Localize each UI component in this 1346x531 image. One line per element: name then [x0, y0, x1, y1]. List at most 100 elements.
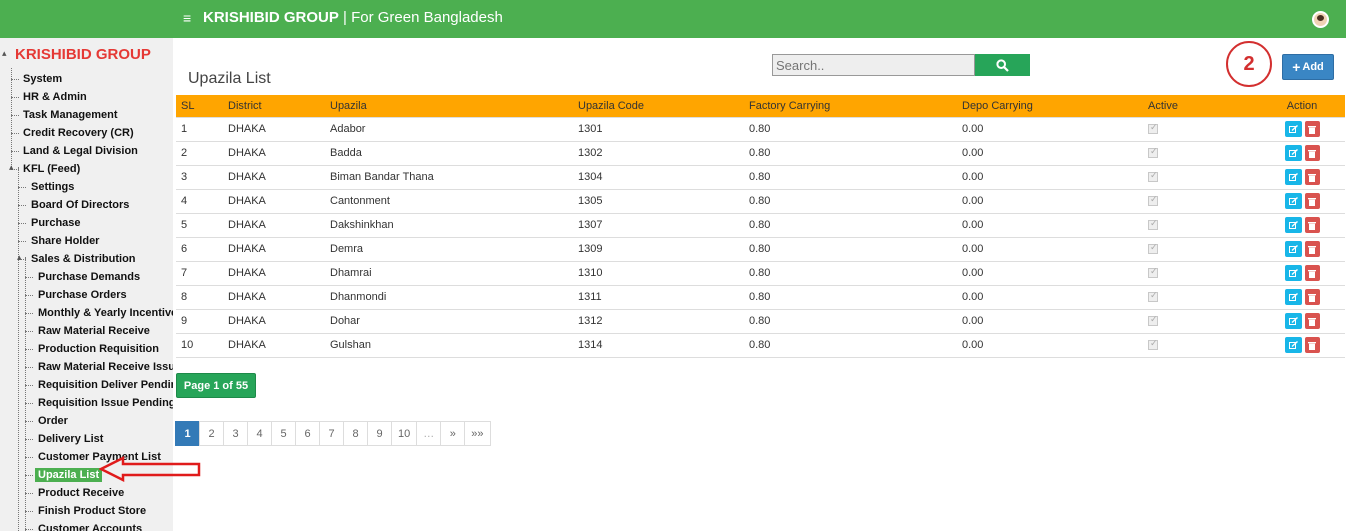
factory-carrying-cell: 0.80	[744, 164, 957, 189]
pagination-item[interactable]: 1	[175, 421, 200, 446]
edit-button[interactable]	[1284, 193, 1302, 209]
active-cell	[1143, 164, 1259, 189]
edit-button[interactable]	[1284, 169, 1302, 185]
page-info-badge: Page 1 of 55	[176, 373, 256, 398]
column-header-action[interactable]: Action	[1259, 95, 1345, 117]
search-input[interactable]	[772, 54, 975, 76]
tree-toggle-icon[interactable]: ▴	[9, 162, 14, 173]
tree-branch-line	[18, 223, 26, 224]
pagination: 1 2 3 4 5 6 7 8 9 10…»»»	[175, 421, 491, 446]
sidebar-item-task-management[interactable]: Task Management	[23, 109, 118, 121]
sl-cell: 1	[176, 116, 223, 141]
delete-button[interactable]	[1304, 289, 1320, 305]
pagination-item[interactable]: »	[440, 421, 466, 446]
district-cell: DHAKA	[223, 284, 325, 309]
edit-button[interactable]	[1284, 289, 1302, 305]
plus-icon: +	[1292, 59, 1301, 75]
column-header-sl[interactable]: SL	[176, 95, 223, 117]
sidebar-root-title[interactable]: KRISHIBID GROUP	[15, 46, 151, 63]
sidebar-item-land-legal-division[interactable]: Land & Legal Division	[23, 145, 138, 157]
delete-button[interactable]	[1304, 169, 1320, 185]
upazila-cell: Adabor	[325, 116, 573, 141]
action-cell	[1259, 308, 1345, 333]
edit-button[interactable]	[1284, 265, 1302, 281]
upazila-cell: Dakshinkhan	[325, 212, 573, 237]
upazila-cell: Badda	[325, 140, 573, 165]
sidebar-item-production-requisition[interactable]: Production Requisition	[38, 343, 159, 355]
factory-carrying-cell: 0.80	[744, 260, 957, 285]
pagination-item[interactable]: 3	[223, 421, 248, 446]
edit-button[interactable]	[1284, 121, 1302, 137]
sidebar-item-hr-admin[interactable]: HR & Admin	[23, 91, 87, 103]
delete-button[interactable]	[1304, 241, 1320, 257]
sidebar-item-purchase-demands[interactable]: Purchase Demands	[38, 271, 140, 283]
edit-button[interactable]	[1284, 313, 1302, 329]
table-row: 4 DHAKA Cantonment 1305 0.80 0.00	[176, 188, 1345, 213]
pagination-item[interactable]: 8	[343, 421, 368, 446]
user-avatar[interactable]	[1312, 11, 1329, 28]
sidebar-item-share-holder[interactable]: Share Holder	[31, 235, 99, 247]
pagination-item[interactable]: 6	[295, 421, 320, 446]
delete-button[interactable]	[1304, 121, 1320, 137]
tree-toggle-icon[interactable]: ▴	[17, 252, 22, 263]
sidebar-item-settings[interactable]: Settings	[31, 181, 74, 193]
factory-carrying-cell: 0.80	[744, 188, 957, 213]
sidebar-item-order[interactable]: Order	[38, 415, 68, 427]
pagination-item[interactable]: »»	[464, 421, 491, 446]
sidebar-item-requisition-deliver-pending[interactable]: Requisition Deliver Pending	[38, 379, 173, 391]
action-cell	[1259, 284, 1345, 309]
sidebar-item-product-receive[interactable]: Product Receive	[38, 487, 124, 499]
delete-button[interactable]	[1304, 337, 1320, 353]
column-header-depo-carrying[interactable]: Depo Carrying	[957, 95, 1143, 117]
district-cell: DHAKA	[223, 164, 325, 189]
search-button[interactable]	[975, 54, 1030, 76]
edit-button[interactable]	[1284, 337, 1302, 353]
delete-button[interactable]	[1304, 265, 1320, 281]
active-checkbox	[1148, 194, 1158, 207]
column-header-upazila-code[interactable]: Upazila Code	[573, 95, 744, 117]
sidebar-item-delivery-list[interactable]: Delivery List	[38, 433, 103, 445]
column-header-upazila[interactable]: Upazila	[325, 95, 573, 117]
code-cell: 1301	[573, 116, 744, 141]
edit-icon	[1288, 316, 1298, 325]
pagination-item[interactable]: 2	[199, 421, 224, 446]
delete-button[interactable]	[1304, 313, 1320, 329]
sidebar-item-purchase-orders[interactable]: Purchase Orders	[38, 289, 127, 301]
sidebar-item-raw-material-receive[interactable]: Raw Material Receive	[38, 325, 150, 337]
pagination-item[interactable]: 5	[271, 421, 296, 446]
pagination-item[interactable]: 10	[391, 421, 418, 446]
delete-button[interactable]	[1304, 217, 1320, 233]
pagination-item[interactable]: 7	[319, 421, 344, 446]
upazila-cell: Dhamrai	[325, 260, 573, 285]
active-checkbox	[1148, 122, 1158, 135]
sidebar-item-board-of-directors[interactable]: Board Of Directors	[31, 199, 129, 211]
edit-button[interactable]	[1284, 145, 1302, 161]
delete-button[interactable]	[1304, 145, 1320, 161]
sidebar-item-purchase[interactable]: Purchase	[31, 217, 81, 229]
sidebar-item-upazila-list[interactable]: Upazila List	[35, 468, 103, 482]
pagination-item[interactable]: 4	[247, 421, 272, 446]
table-row: 2 DHAKA Badda 1302 0.80 0.00	[176, 140, 1345, 165]
sidebar-item-system[interactable]: System	[23, 73, 62, 85]
sl-cell: 5	[176, 212, 223, 237]
column-header-active[interactable]: Active	[1143, 95, 1259, 117]
sidebar-item-sales-distribution[interactable]: Sales & Distribution	[31, 253, 136, 265]
active-cell	[1143, 260, 1259, 285]
sidebar-item-credit-recovery-cr[interactable]: Credit Recovery (CR)	[23, 127, 134, 139]
hamburger-icon[interactable]: ≡	[183, 10, 191, 26]
edit-button[interactable]	[1284, 217, 1302, 233]
upazila-cell: Gulshan	[325, 332, 573, 358]
pagination-item[interactable]: 9	[367, 421, 392, 446]
tree-branch-line	[18, 187, 26, 188]
add-button[interactable]: + Add	[1282, 54, 1334, 80]
sidebar-item-requisition-issue-pending[interactable]: Requisition Issue Pending	[38, 397, 173, 409]
sidebar-item-kfl-feed[interactable]: KFL (Feed)	[23, 163, 80, 175]
column-header-factory-carrying[interactable]: Factory Carrying	[744, 95, 957, 117]
sidebar-item-raw-material-receive-issue[interactable]: Raw Material Receive Issue	[38, 361, 173, 373]
delete-button[interactable]	[1304, 193, 1320, 209]
sidebar-item-finish-product-store[interactable]: Finish Product Store	[38, 505, 146, 517]
edit-button[interactable]	[1284, 241, 1302, 257]
sidebar-item-customer-accounts[interactable]: Customer Accounts	[38, 523, 142, 531]
sidebar-item-monthly-yearly-incentive[interactable]: Monthly & Yearly Incentive	[38, 307, 173, 319]
column-header-district[interactable]: District	[223, 95, 325, 117]
